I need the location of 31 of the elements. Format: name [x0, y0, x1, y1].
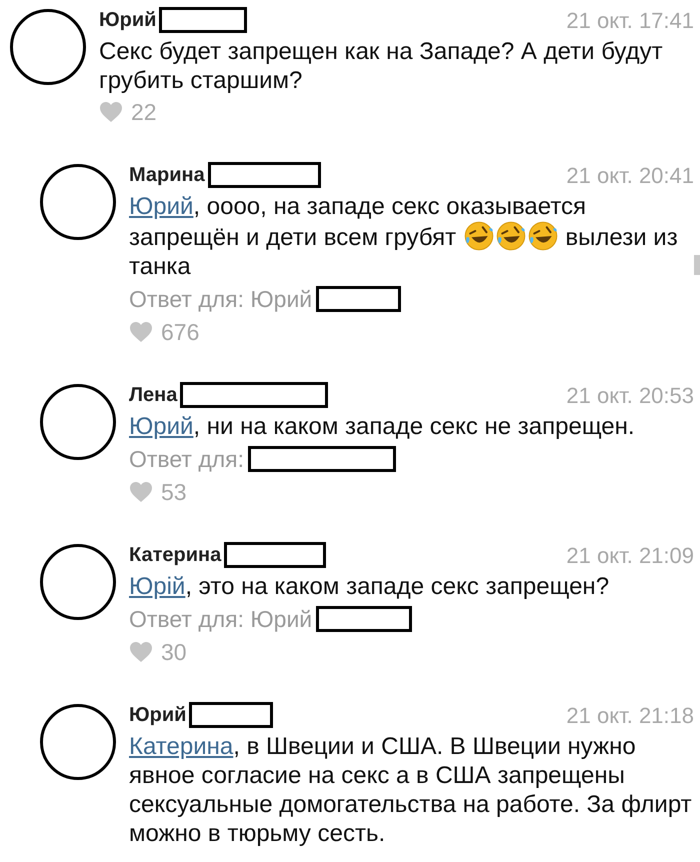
- heart-icon: [129, 481, 153, 503]
- laughing-emoji-icon: [496, 221, 526, 251]
- like-count: 30: [161, 638, 187, 667]
- scrollbar-icon: [694, 255, 700, 275]
- heart-icon: [129, 321, 153, 343]
- comment-text: Юрий, ни на каком западе секс не запрещен.: [129, 412, 636, 441]
- comment-date: 21 окт. 21:18: [566, 702, 694, 730]
- like-count: 676: [161, 318, 200, 347]
- like-count: 22: [131, 98, 157, 127]
- author-name[interactable]: Юрий: [129, 700, 186, 730]
- author-name[interactable]: Юрий: [99, 5, 156, 35]
- mention-link[interactable]: Юрий: [129, 193, 194, 220]
- laughing-emoji-icon: [464, 221, 494, 251]
- like-count: 53: [161, 478, 187, 507]
- comment-date: 21 окт. 21:09: [566, 542, 694, 570]
- comment-date: 21 окт. 17:41: [566, 6, 694, 34]
- author-name[interactable]: Марина: [129, 160, 205, 190]
- comment-text: Секс будет запрещен как на Западе? А дети будут грубить старшим?: [99, 37, 664, 95]
- comment-date: 21 окт. 20:53: [566, 382, 694, 410]
- heart-icon: [129, 641, 153, 663]
- comment-text: Юрий, оооо, на западе секс оказывается запрещён и дети всем грубят вылези из танка: [129, 192, 679, 281]
- comment-date: 21 окт. 20:41: [566, 162, 694, 190]
- comment-text: Юрій, это на каком западе секс запрещен?: [129, 572, 610, 601]
- mention-link[interactable]: Юрий: [129, 413, 194, 440]
- mention-link[interactable]: Катерина: [129, 733, 234, 760]
- comment-text: Катерина, в Швеции и США. В Швеции нужно явное согласие на секс а в США запрещены сексуальные домогательства на работе. За флирт можно в тюрьму сесть.: [129, 732, 693, 848]
- author-name[interactable]: Лена: [129, 380, 178, 410]
- author-name[interactable]: Катерина: [129, 540, 222, 570]
- mention-link[interactable]: Юрій: [129, 573, 186, 600]
- laughing-emoji-icon: [528, 221, 558, 251]
- heart-icon: [99, 101, 123, 123]
